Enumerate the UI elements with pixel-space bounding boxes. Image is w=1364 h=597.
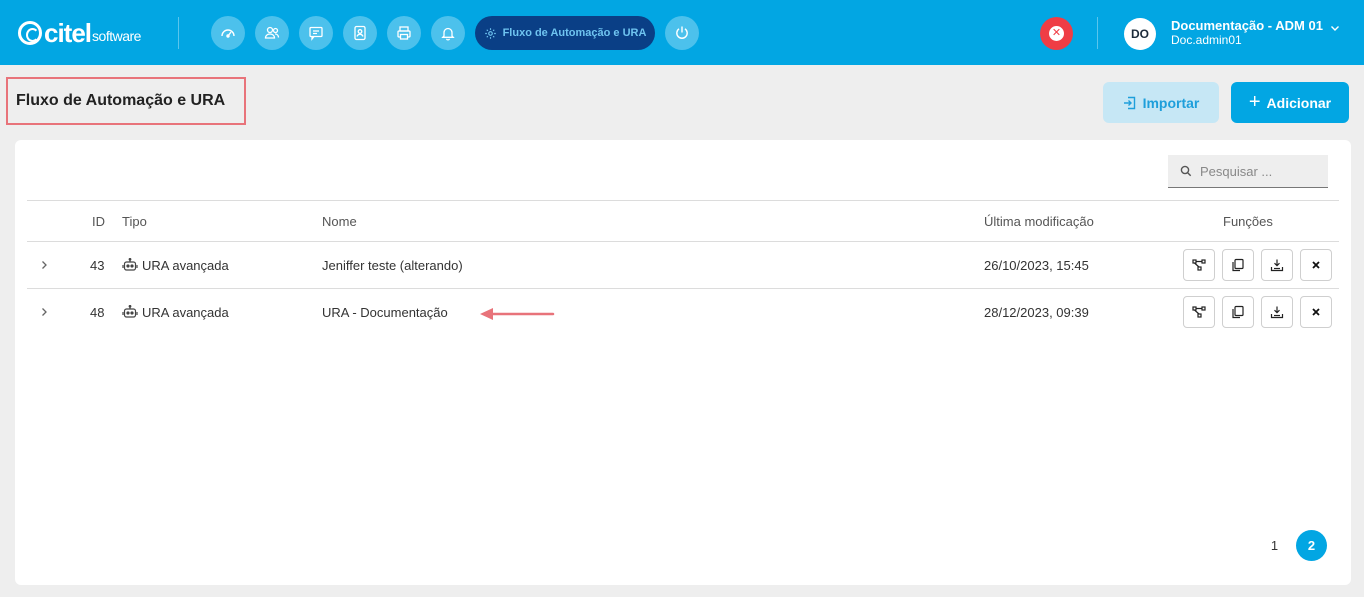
row-modified: 26/10/2023, 15:45 [984, 258, 1089, 273]
search-box[interactable] [1168, 155, 1328, 188]
row-id: 43 [90, 258, 105, 273]
citel-logo: citel software [18, 17, 141, 49]
column-header-functions: Funções [1223, 214, 1273, 229]
robot-icon [122, 258, 138, 271]
download-icon [1270, 306, 1284, 319]
export-button[interactable] [1261, 296, 1293, 328]
citel-logo-mark [18, 21, 42, 45]
duplicate-button[interactable] [1222, 249, 1254, 281]
flow-icon [1192, 306, 1206, 318]
chevron-right-icon[interactable] [39, 307, 49, 317]
row-name[interactable]: URA - Documentação [322, 305, 448, 320]
import-button-label: Importar [1142, 94, 1200, 111]
download-icon [1270, 259, 1284, 272]
flows-table-card: ID Tipo Nome Última modificação Funções … [15, 140, 1351, 585]
header-divider [1097, 17, 1098, 49]
export-button[interactable] [1261, 249, 1293, 281]
table-divider [27, 241, 1339, 242]
printer-icon[interactable] [387, 16, 421, 50]
close-icon [1312, 308, 1320, 316]
flow-icon [1192, 259, 1206, 271]
logo-text: citel [44, 17, 92, 48]
row-type: URA avançada [122, 305, 229, 320]
chevron-down-icon[interactable] [1329, 22, 1341, 34]
user-name: Documentação - ADM 01 [1171, 18, 1323, 33]
row-name[interactable]: Jeniffer teste (alterando) [322, 258, 463, 273]
row-type-label: URA avançada [142, 258, 229, 273]
row-modified: 28/12/2023, 09:39 [984, 305, 1089, 320]
column-header-type[interactable]: Tipo [122, 214, 147, 229]
row-type-label: URA avançada [142, 305, 229, 320]
dashboard-icon[interactable] [211, 16, 245, 50]
bell-icon[interactable] [431, 16, 465, 50]
page-2-button[interactable]: 2 [1296, 530, 1327, 561]
row-id: 48 [90, 305, 105, 320]
import-button[interactable]: Importar [1103, 82, 1219, 123]
column-header-modified[interactable]: Última modificação [984, 214, 1094, 229]
search-icon [1180, 165, 1192, 177]
import-icon [1123, 96, 1135, 109]
table-divider [27, 200, 1339, 201]
users-icon[interactable] [255, 16, 289, 50]
copy-icon [1232, 258, 1244, 272]
flow-editor-button[interactable] [1183, 249, 1215, 281]
plus-icon: + [1248, 90, 1261, 113]
flow-editor-button[interactable] [1183, 296, 1215, 328]
chat-icon[interactable] [299, 16, 333, 50]
column-header-name[interactable]: Nome [322, 214, 357, 229]
contacts-icon[interactable] [343, 16, 377, 50]
delete-button[interactable] [1300, 296, 1332, 328]
delete-button[interactable] [1300, 249, 1332, 281]
close-icon: ✕ [1049, 26, 1064, 41]
avatar[interactable]: DO [1124, 18, 1156, 50]
row-type: URA avançada [122, 258, 229, 273]
gear-icon [484, 27, 496, 39]
logo-subtext: software [92, 28, 141, 44]
robot-icon [122, 305, 138, 318]
search-input[interactable] [1200, 163, 1310, 179]
copy-icon [1232, 305, 1244, 319]
page-title: Fluxo de Automação e URA [16, 92, 226, 109]
table-divider [27, 288, 1339, 289]
add-button[interactable]: + Adicionar [1231, 82, 1349, 123]
automation-flow-tab-label: Fluxo de Automação e URA [502, 27, 647, 39]
chevron-right-icon[interactable] [39, 260, 49, 270]
user-login: Doc.admin01 [1171, 33, 1242, 47]
column-header-id[interactable]: ID [92, 214, 105, 229]
annotation-arrow [480, 308, 555, 320]
page-1-button[interactable]: 1 [1259, 530, 1290, 561]
duplicate-button[interactable] [1222, 296, 1254, 328]
add-button-label: Adicionar [1266, 94, 1332, 111]
header-divider [178, 17, 179, 49]
close-session-button[interactable]: ✕ [1040, 17, 1073, 50]
top-bar: citel software Fluxo de Automação e URA … [0, 0, 1364, 65]
page-title-highlight: Fluxo de Automação e URA [6, 77, 246, 125]
close-icon [1312, 261, 1320, 269]
power-icon[interactable] [665, 16, 699, 50]
automation-flow-tab[interactable]: Fluxo de Automação e URA [475, 16, 655, 50]
